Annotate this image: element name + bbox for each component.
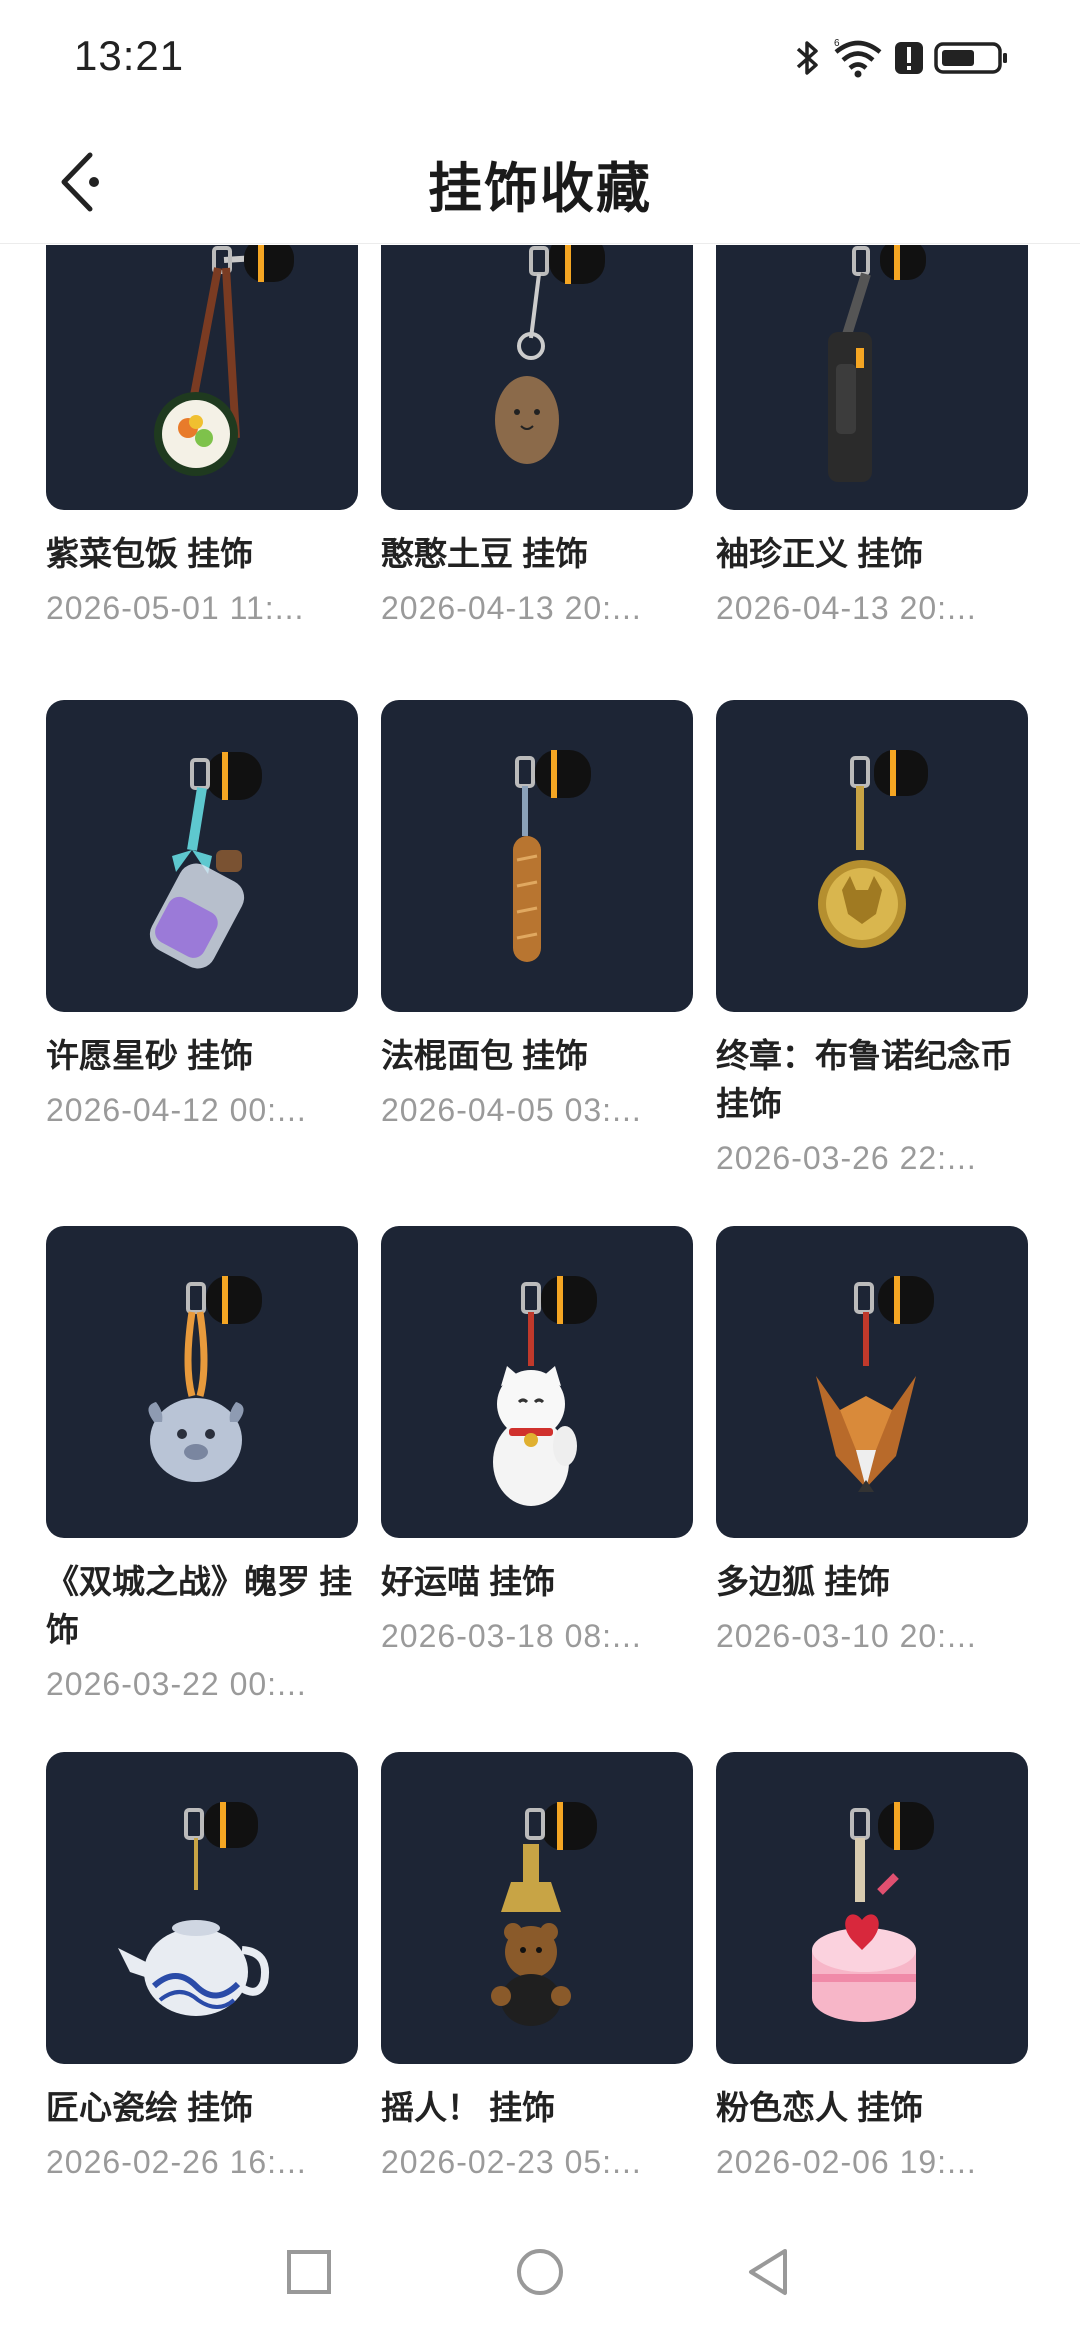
potato-charm-icon [495,245,605,464]
charm-name: 终章：布鲁诺纪念币 挂饰 [716,1037,1013,1122]
lucky-cat-charm-icon [493,1276,597,1506]
star-sand-bottle-charm-icon [149,752,262,969]
charm-date: 2026-02-06 19:... [716,2144,977,2180]
charm-grid: 紫菜包饭 挂饰 2026-05-01 11:... 憨憨土豆 挂饰 2026-0… [0,245,1080,2200]
charm-thumbnail [46,700,358,1012]
charm-name: 粉色恋人 挂饰 [716,2089,924,2126]
charm-thumbnail [46,245,358,510]
svg-text:6: 6 [834,38,840,49]
bell-bear-charm-icon [491,1802,597,2026]
charm-thumbnail [716,700,1028,1012]
baguette-charm-icon [513,750,591,962]
circle-icon [517,2249,563,2295]
home-button[interactable] [512,2244,568,2300]
charm-card[interactable]: 粉色恋人 挂饰 2026-02-06 19:... [716,1752,1028,2184]
wifi-icon: 6 [834,38,882,78]
charm-date: 2026-02-26 16:... [46,2144,307,2180]
charm-date: 2026-03-22 00:... [46,1666,307,1702]
charm-card[interactable]: 终章：布鲁诺纪念币 挂饰 2026-03-26 22:... [716,700,1028,1180]
status-bar: 13:21 6 [0,0,1080,120]
porcelain-teapot-charm-icon [118,1802,269,2016]
charm-date: 2026-02-23 05:... [381,2144,642,2180]
charm-card[interactable]: 袖珍正义 挂饰 2026-04-13 20:... [716,245,1028,630]
charm-date: 2026-04-12 00:... [46,1092,307,1128]
charm-date: 2026-03-10 20:... [716,1618,977,1654]
charm-thumbnail [381,1226,693,1538]
charm-name: 许愿星砂 挂饰 [46,1037,254,1074]
bruno-coin-charm-icon [818,750,928,948]
charm-card[interactable]: 紫菜包饭 挂饰 2026-05-01 11:... [46,245,358,630]
charm-card[interactable]: 法棍面包 挂饰 2026-04-05 03:... [381,700,693,1132]
charm-thumbnail [716,1226,1028,1538]
charm-name: 《双城之战》魄罗 挂饰 [46,1563,353,1648]
status-time: 13:21 [74,32,185,79]
charm-card[interactable]: 摇人！ 挂饰 2026-02-23 05:... [381,1752,693,2184]
sushi-roll-charm-icon [154,245,294,476]
charm-name: 袖珍正义 挂饰 [716,535,924,572]
charm-card[interactable]: 许愿星砂 挂饰 2026-04-12 00:... [46,700,358,1132]
charm-card[interactable]: 好运喵 挂饰 2026-03-18 08:... [381,1226,693,1658]
charm-name: 法棍面包 挂饰 [381,1037,589,1074]
charm-date: 2026-04-13 20:... [716,590,977,626]
charm-date: 2026-04-13 20:... [381,590,642,626]
charm-date: 2026-03-18 08:... [381,1618,642,1654]
charm-name: 紫菜包饭 挂饰 [46,535,254,572]
page-title: 挂饰收藏 [428,159,652,219]
charm-date: 2026-04-05 03:... [381,1092,642,1128]
battery-icon [934,42,1007,74]
status-icons: 6 [794,36,1010,80]
alert-icon [895,42,923,74]
charm-date: 2026-03-26 22:... [716,1140,977,1176]
mini-gun-charm-icon [828,245,926,482]
charm-card[interactable]: 《双城之战》魄罗 挂饰 2026-03-22 00:... [46,1226,358,1706]
triangle-back-icon [749,2249,787,2295]
charm-name: 憨憨土豆 挂饰 [381,535,589,572]
charm-thumbnail [716,245,1028,510]
app-bar: 挂饰收藏 [0,120,1080,244]
charm-thumbnail [46,1752,358,2064]
charm-name: 好运喵 挂饰 [381,1563,556,1600]
charm-card[interactable]: 匠心瓷绘 挂饰 2026-02-26 16:... [46,1752,358,2184]
charm-name: 匠心瓷绘 挂饰 [46,2089,254,2126]
charm-card[interactable]: 憨憨土豆 挂饰 2026-04-13 20:... [381,245,693,630]
back-nav-button[interactable] [740,2244,796,2300]
charm-thumbnail [716,1752,1028,2064]
charm-thumbnail [46,1226,358,1538]
charm-thumbnail [381,245,693,510]
charm-name: 摇人！ 挂饰 [381,2089,556,2126]
charm-thumbnail [381,1752,693,2064]
square-icon [287,2250,331,2294]
charm-card[interactable]: 多边狐 挂饰 2026-03-10 20:... [716,1226,1028,1658]
heart-cake-charm-icon [812,1802,934,2022]
poro-charm-icon [148,1276,262,1482]
system-nav-bar [0,2200,1080,2340]
charm-thumbnail [381,700,693,1012]
bluetooth-icon [796,41,818,75]
recents-button[interactable] [281,2244,337,2300]
charm-name: 多边狐 挂饰 [716,1563,891,1600]
poly-fox-charm-icon [816,1276,934,1492]
charm-date: 2026-05-01 11:... [46,590,305,626]
